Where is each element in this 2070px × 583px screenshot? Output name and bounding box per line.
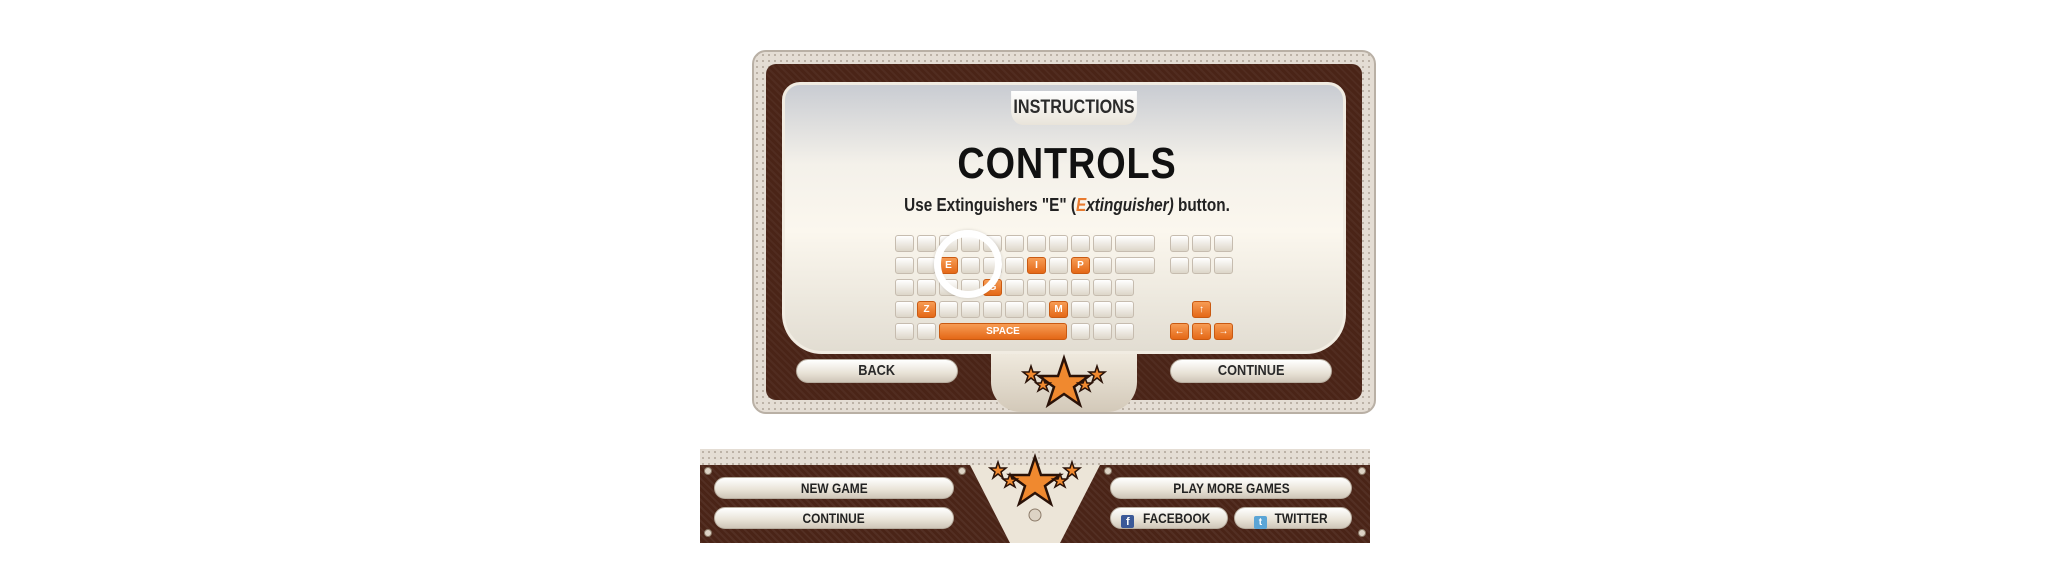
keyboard-key <box>1192 235 1211 252</box>
keyboard-key <box>917 279 936 296</box>
key-i: I <box>1027 257 1046 274</box>
rivet <box>1358 467 1366 475</box>
keyboard-key <box>1093 323 1112 340</box>
key-space: SPACE <box>939 323 1067 340</box>
rivet <box>704 529 712 537</box>
arrow-left-key: ← <box>1170 323 1189 340</box>
keyboard-key <box>1093 257 1112 274</box>
keyboard-key <box>1071 323 1090 340</box>
new-game-label: NEW GAME <box>800 480 868 496</box>
arrow-up-key: ↑ <box>1192 301 1211 318</box>
keyboard-key <box>1027 301 1046 318</box>
rivet <box>1104 467 1112 475</box>
keyboard-key <box>1115 279 1134 296</box>
keyboard-key <box>1027 235 1046 252</box>
keyboard-key <box>1115 323 1134 340</box>
panel-frame: INSTRUCTIONS CONTROLS Use Extinguishers … <box>766 64 1362 412</box>
keyboard-key <box>1214 235 1233 252</box>
keyboard-key <box>961 301 980 318</box>
keyboard-key <box>1093 279 1112 296</box>
keyboard-key <box>1071 301 1090 318</box>
instruction-suffix: button. <box>1173 195 1230 215</box>
menu-stars-icon <box>970 453 1100 543</box>
continue-button[interactable]: CONTINUE <box>1170 359 1332 383</box>
rivet <box>958 467 966 475</box>
facebook-icon: f <box>1121 515 1135 528</box>
instruction-highlight: E <box>1075 195 1087 215</box>
back-button[interactable]: BACK <box>796 359 958 383</box>
play-more-games-button[interactable]: PLAY MORE GAMES <box>1110 477 1352 499</box>
arrow-down-key: ↓ <box>1192 323 1211 340</box>
keyboard-key <box>1049 279 1068 296</box>
keyboard-key <box>1071 235 1090 252</box>
keyboard-key <box>1170 235 1189 252</box>
key-p: P <box>1071 257 1090 274</box>
keyboard-key <box>1115 301 1134 318</box>
keyboard-key <box>1049 257 1068 274</box>
keyboard-key <box>1005 279 1024 296</box>
facebook-button[interactable]: f FACEBOOK <box>1110 507 1228 529</box>
arrow-right-key: → <box>1214 323 1233 340</box>
keyboard-key <box>895 257 914 274</box>
twitter-label: TWITTER <box>1274 510 1328 526</box>
rivet <box>704 467 712 475</box>
keyboard-key <box>1071 279 1090 296</box>
keyboard-key <box>917 235 936 252</box>
instructions-screen: INSTRUCTIONS CONTROLS Use Extinguishers … <box>782 82 1346 354</box>
menu-bar: NEW GAME CONTINUE PLAY MORE GAMES f FACEB… <box>700 449 1370 543</box>
instructions-tab: INSTRUCTIONS <box>1011 91 1137 125</box>
play-more-games-label: PLAY MORE GAMES <box>1172 480 1290 496</box>
instruction-italic: xtinguisher) <box>1086 195 1174 215</box>
keyboard-key <box>1005 301 1024 318</box>
facebook-label: FACEBOOK <box>1143 510 1211 526</box>
keyboard-key <box>1214 257 1233 274</box>
instruction-prefix: Use Extinguishers "E" ( <box>904 195 1076 215</box>
keyboard-key <box>895 279 914 296</box>
keyboard-key <box>1027 279 1046 296</box>
keyboard-key <box>1049 235 1068 252</box>
keyboard-key <box>1005 235 1024 252</box>
menu-continue-label: CONTINUE <box>802 510 866 526</box>
keyboard-key <box>939 301 958 318</box>
page-title: CONTROLS <box>957 139 1177 188</box>
rivet <box>1358 529 1366 537</box>
instructions-panel: INSTRUCTIONS CONTROLS Use Extinguishers … <box>752 50 1376 414</box>
new-game-button[interactable]: NEW GAME <box>714 477 954 499</box>
key-z: Z <box>917 301 936 318</box>
instruction-text: Use Extinguishers "E" (Extinguisher) but… <box>827 195 1306 216</box>
keyboard-key <box>1115 257 1155 274</box>
keyboard-key <box>1170 257 1189 274</box>
keyboard-key <box>895 235 914 252</box>
keyboard-key <box>1192 257 1211 274</box>
keyboard-key <box>895 323 914 340</box>
key-m: M <box>1049 301 1068 318</box>
keyboard-key <box>983 301 1002 318</box>
star-emblem <box>991 354 1137 412</box>
keyboard-key <box>1005 257 1024 274</box>
menu-continue-button[interactable]: CONTINUE <box>714 507 954 529</box>
keyboard-key <box>1093 235 1112 252</box>
keyboard-key <box>917 323 936 340</box>
stars-icon <box>1020 354 1108 409</box>
continue-button-label: CONTINUE <box>1217 362 1285 379</box>
highlight-ring <box>934 230 1002 298</box>
keyboard-key <box>1115 235 1155 252</box>
twitter-icon: t <box>1253 516 1267 529</box>
twitter-button[interactable]: t TWITTER <box>1234 507 1352 529</box>
keyboard-key <box>1093 301 1112 318</box>
back-button-label: BACK <box>858 362 896 379</box>
keyboard-key <box>895 301 914 318</box>
